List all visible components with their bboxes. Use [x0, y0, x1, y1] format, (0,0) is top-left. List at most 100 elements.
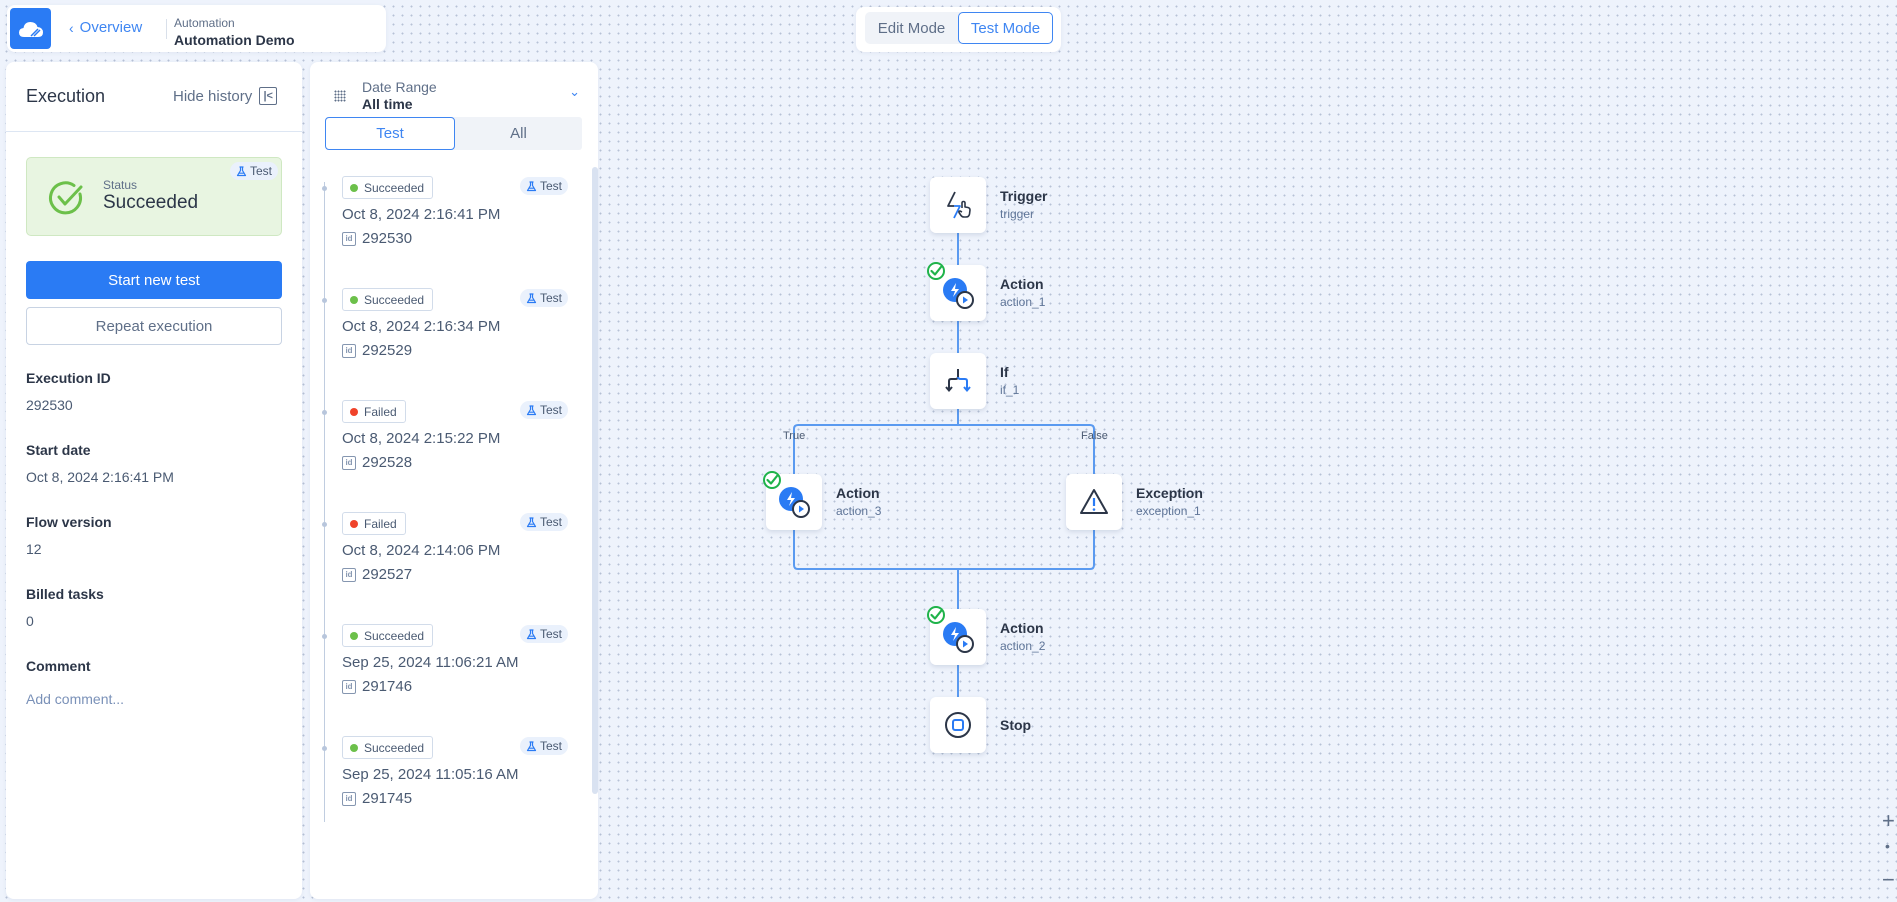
test-badge: Test	[520, 625, 569, 643]
status-dot-icon	[350, 631, 358, 640]
status-dot-icon	[350, 519, 358, 528]
check-circle-icon	[49, 181, 83, 215]
zoom-in-button[interactable]: +	[1882, 808, 1895, 834]
start-new-test-button[interactable]: Start new test	[26, 261, 282, 299]
repeat-execution-button[interactable]: Repeat execution	[26, 307, 282, 345]
history-id-value: 292527	[362, 566, 413, 583]
history-id: id 292527	[342, 566, 412, 583]
status-text: Failed	[364, 404, 397, 419]
filter-all-tab[interactable]: All	[455, 117, 582, 150]
status-badge: Succeeded	[342, 176, 434, 199]
app-logo[interactable]	[10, 8, 51, 49]
date-range-label: Date Range	[362, 79, 437, 95]
false-branch-label: False	[1081, 430, 1108, 442]
test-mode-button[interactable]: Test Mode	[958, 12, 1053, 44]
flask-icon	[526, 292, 537, 303]
history-id-value: 292530	[362, 230, 413, 247]
start-date-value: Oct 8, 2024 2:16:41 PM	[26, 469, 174, 485]
status-text: Succeeded	[364, 740, 425, 755]
date-range-dropdown[interactable]: Date Range All time ⌄	[324, 76, 586, 114]
comment-input[interactable]: Add comment...	[26, 691, 124, 707]
flow-version-label: Flow version	[26, 514, 112, 530]
node-title: Exception	[1136, 485, 1203, 501]
execution-title: Execution	[26, 86, 106, 106]
history-id-value: 292528	[362, 454, 413, 471]
flow-node-exception_1[interactable]	[1066, 474, 1122, 530]
test-badge-label: Test	[540, 403, 563, 417]
history-scrollbar[interactable]	[592, 167, 598, 794]
filter-test-tab[interactable]: Test	[325, 117, 455, 150]
execution-id-value: 292530	[26, 397, 73, 413]
flow-node-stop[interactable]	[930, 697, 986, 753]
test-badge-label: Test	[540, 515, 563, 529]
history-date: Oct 8, 2024 2:16:34 PM	[342, 318, 501, 335]
executed-check-icon	[926, 605, 946, 625]
history-id: id 291746	[342, 678, 412, 695]
status-badge: Succeeded	[342, 288, 434, 311]
test-badge-label: Test	[540, 739, 563, 753]
warning-icon	[1078, 486, 1110, 518]
test-badge: Test	[520, 177, 569, 195]
zoom-reset-button[interactable]: •	[1885, 838, 1890, 854]
execution-id-label: Execution ID	[26, 370, 111, 386]
node-key: action_1	[1000, 295, 1046, 309]
history-id-value: 291746	[362, 678, 413, 695]
zoom-out-button[interactable]: −	[1882, 867, 1895, 893]
node-title: Action	[836, 485, 880, 501]
id-icon: id	[342, 791, 356, 806]
id-icon: id	[342, 679, 356, 694]
flask-icon	[236, 165, 247, 176]
flow-node-trigger[interactable]	[930, 177, 986, 233]
history-item[interactable]: Succeeded Test Oct 8, 2024 2:16:34 PM id 292…	[310, 288, 580, 388]
test-badge: Test	[520, 401, 569, 419]
trigger-icon	[942, 189, 974, 221]
status-badge: Failed	[342, 512, 406, 535]
back-to-overview-link[interactable]: ‹ Overview	[69, 19, 142, 36]
history-date: Sep 25, 2024 11:05:16 AM	[342, 766, 519, 783]
calendar-icon	[334, 90, 346, 102]
node-title: Stop	[1000, 717, 1032, 733]
flow-node-if_1[interactable]	[930, 353, 986, 409]
billed-tasks-label: Billed tasks	[26, 586, 104, 602]
flow-version-value: 12	[26, 541, 42, 557]
node-title: Action	[1000, 276, 1044, 292]
status-text: Succeeded	[364, 292, 425, 307]
action-icon	[777, 485, 811, 519]
history-id: id 292528	[342, 454, 412, 471]
history-item[interactable]: Failed Test Oct 8, 2024 2:14:06 PM id 292527	[310, 512, 580, 612]
test-badge-label: Test	[540, 179, 563, 193]
node-key: if_1	[1000, 383, 1020, 397]
timeline-dot	[322, 522, 327, 527]
history-id-value: 292529	[362, 342, 413, 359]
status-dot-icon	[350, 183, 358, 192]
timeline-dot	[322, 186, 327, 191]
status-dot-icon	[350, 743, 358, 752]
history-date: Oct 8, 2024 2:16:41 PM	[342, 206, 501, 223]
id-icon: id	[342, 567, 356, 582]
breadcrumb-divider	[166, 19, 167, 39]
divider	[6, 131, 302, 132]
status-dot-icon	[350, 295, 358, 304]
collapse-panel-icon: |<	[259, 87, 278, 105]
page-title: Automation Demo	[174, 32, 295, 48]
hide-history-button[interactable]: Hide history |<	[173, 87, 278, 105]
flask-icon	[526, 404, 537, 415]
timeline-dot	[322, 298, 327, 303]
mode-switch: Edit Mode Test Mode	[856, 7, 1061, 52]
history-date: Oct 8, 2024 2:15:22 PM	[342, 430, 501, 447]
executed-check-icon	[926, 261, 946, 281]
status-badge: Succeeded	[342, 624, 434, 647]
date-range-value: All time	[362, 96, 413, 112]
history-item[interactable]: Failed Test Oct 8, 2024 2:15:22 PM id 292528	[310, 400, 580, 500]
timeline-dot	[322, 634, 327, 639]
node-title: Action	[1000, 620, 1044, 636]
edit-mode-button[interactable]: Edit Mode	[865, 12, 958, 44]
id-icon: id	[342, 231, 356, 246]
node-title: If	[1000, 364, 1009, 380]
history-item[interactable]: Succeeded Test Sep 25, 2024 11:05:16 AM id 2…	[310, 736, 580, 836]
test-badge-label: Test	[249, 164, 272, 178]
test-badge: Test	[520, 513, 569, 531]
history-item[interactable]: Succeeded Test Sep 25, 2024 11:06:21 AM id 2…	[310, 624, 580, 724]
history-item[interactable]: Succeeded Test Oct 8, 2024 2:16:41 PM id 292…	[310, 176, 580, 276]
action-icon	[941, 620, 975, 654]
